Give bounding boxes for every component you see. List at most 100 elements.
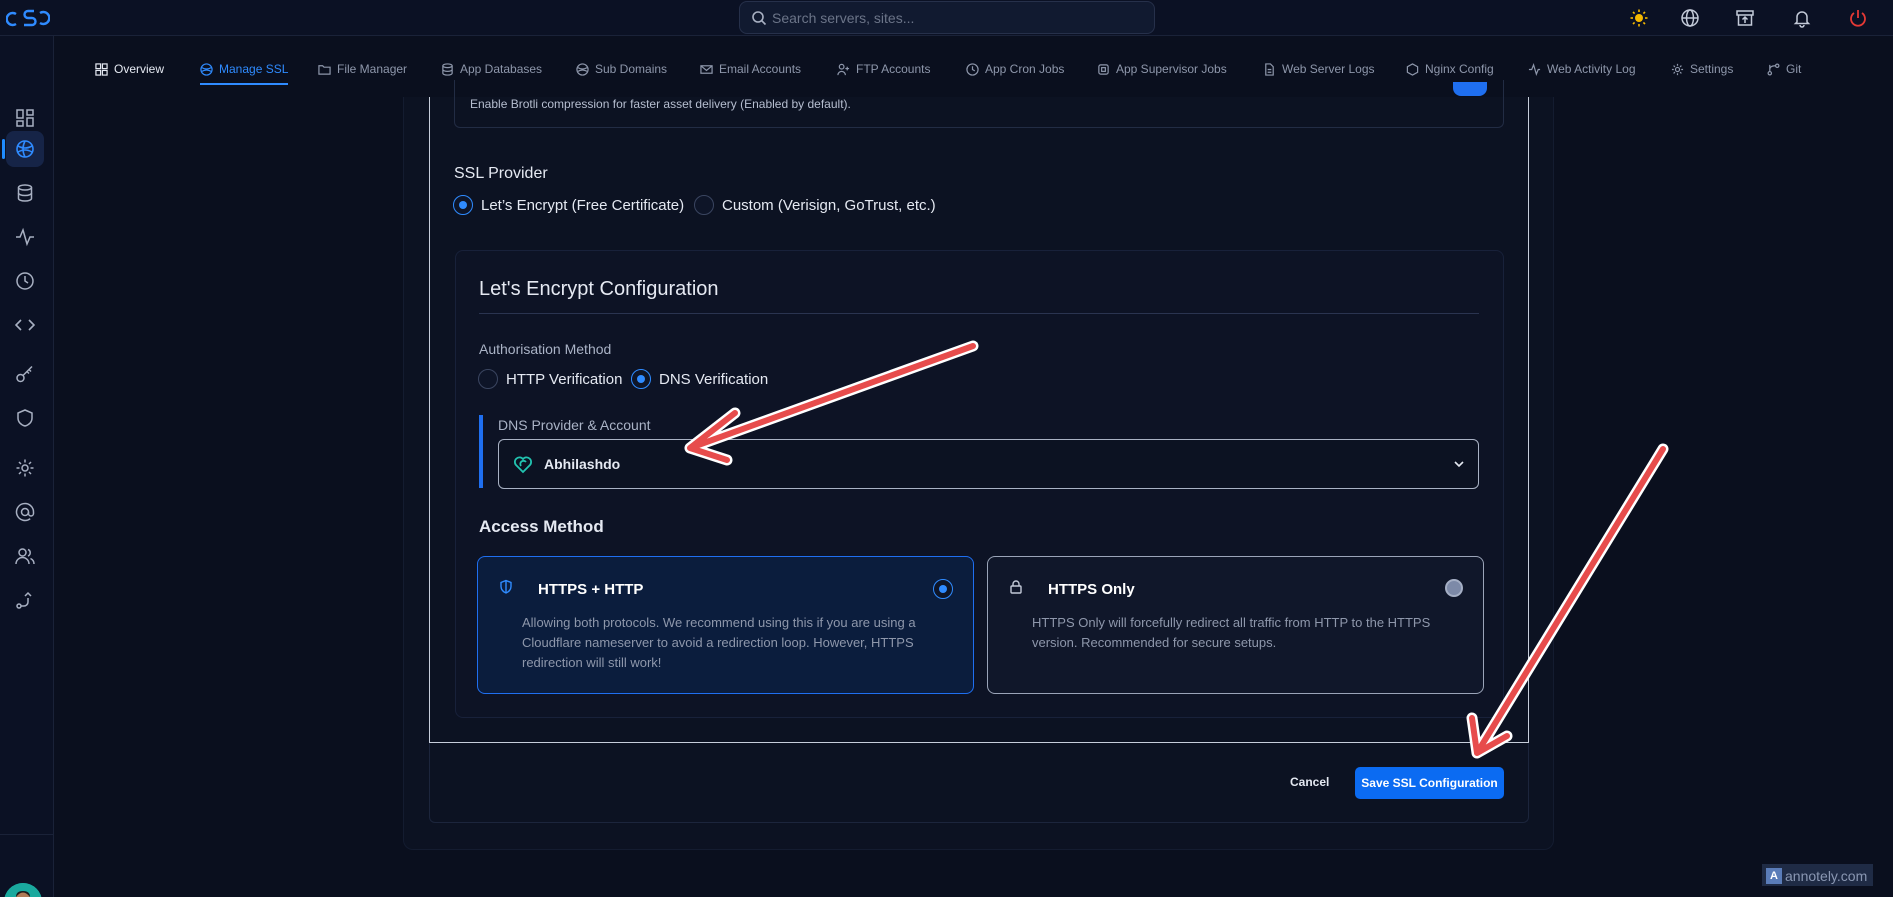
access-option-description: HTTPS Only will forcefully redirect all …	[1032, 615, 1431, 650]
tab-label: Nginx Config	[1425, 62, 1494, 76]
mail-icon	[700, 64, 713, 74]
dns-provider-value: Abhilashdo	[544, 456, 621, 472]
grid-icon	[16, 109, 34, 127]
access-method-title: Access Method	[479, 517, 604, 536]
rail-security[interactable]	[6, 400, 44, 436]
tab-label: App Databases	[460, 62, 543, 76]
radio-button[interactable]	[1445, 579, 1463, 597]
tab-sub-domains[interactable]: Sub Domains	[576, 56, 667, 82]
access-option-https-only[interactable]: HTTPS Only HTTPS Only will forcefully re…	[987, 556, 1484, 694]
activity-icon	[1528, 62, 1541, 76]
radio-button[interactable]	[631, 369, 651, 389]
tab-label: Email Accounts	[719, 62, 802, 76]
ssl-provider-custom[interactable]: Custom (Verisign, GoTrust, etc.)	[694, 195, 936, 215]
rail-keys[interactable]	[6, 356, 44, 392]
tab-settings[interactable]: Settings	[1671, 56, 1733, 82]
radio-label: Let’s Encrypt (Free Certificate)	[481, 196, 685, 214]
dns-provider-select[interactable]: Abhilashdo	[498, 439, 1479, 489]
tab-manage-ssl[interactable]: Manage SSL	[200, 56, 289, 85]
auth-dns-verification[interactable]: DNS Verification	[631, 369, 768, 389]
grid-icon	[95, 62, 108, 76]
rail-divider	[0, 834, 54, 835]
globe-icon	[200, 62, 213, 76]
ssl-provider-letsencrypt[interactable]: Let’s Encrypt (Free Certificate)	[453, 195, 684, 215]
clock-icon	[16, 272, 34, 290]
globe-icon	[16, 140, 34, 158]
cpu-icon	[1098, 63, 1109, 75]
globe-icon[interactable]	[1678, 6, 1702, 30]
tab-label: Overview	[114, 62, 165, 76]
power-icon[interactable]	[1846, 6, 1870, 30]
rail-sites[interactable]	[6, 131, 44, 167]
tab-label: File Manager	[337, 62, 408, 76]
tab-label: App Supervisor Jobs	[1116, 62, 1227, 76]
shield-icon	[500, 579, 512, 594]
key-icon	[16, 365, 33, 383]
access-option-https-http[interactable]: HTTPS + HTTP Allowing both protocols. We…	[477, 556, 974, 694]
tab-file-manager[interactable]: File Manager	[318, 56, 407, 82]
tab-label: Settings	[1690, 62, 1734, 76]
left-sidebar	[0, 36, 54, 897]
rail-settings[interactable]	[6, 450, 44, 486]
tab-ftp-accounts[interactable]: FTP Accounts	[837, 56, 930, 82]
letsencrypt-config-title: Let's Encrypt Configuration	[479, 278, 719, 300]
tab-overview[interactable]: Overview	[95, 56, 164, 82]
cancel-button[interactable]: Cancel	[1290, 775, 1329, 789]
lock-icon	[1010, 580, 1022, 594]
rail-integrations[interactable]	[6, 582, 44, 618]
clock-icon	[966, 62, 979, 76]
folder-icon	[318, 64, 331, 75]
radio-label: Custom (Verisign, GoTrust, etc.)	[722, 196, 936, 214]
dns-provider-label: DNS Provider & Account	[498, 417, 651, 433]
ssl-provider-label: SSL Provider	[454, 165, 548, 182]
search-input[interactable]	[772, 2, 1142, 33]
at-sign-icon	[15, 502, 35, 522]
rail-cron[interactable]	[6, 263, 44, 299]
tab-web-server-logs[interactable]: Web Server Logs	[1263, 56, 1375, 82]
tab-git[interactable]: Git	[1767, 56, 1801, 82]
database-icon	[17, 184, 33, 202]
auth-http-verification[interactable]: HTTP Verification	[478, 369, 622, 389]
tab-web-activity-log[interactable]: Web Activity Log	[1528, 56, 1636, 82]
tab-label: Git	[1786, 62, 1802, 76]
top-bar	[0, 0, 1893, 36]
dns-provider-logo-icon	[514, 456, 532, 474]
archive-icon[interactable]	[1733, 6, 1757, 30]
watermark-logo-icon: A	[1766, 868, 1782, 884]
access-option-description: Allowing both protocols. We recommend us…	[522, 615, 916, 670]
rail-monitoring[interactable]	[6, 219, 44, 255]
user-plus-icon	[837, 63, 850, 75]
route-icon	[16, 591, 32, 609]
tab-label: Web Server Logs	[1282, 62, 1375, 76]
theme-toggle-sun-icon[interactable]	[1627, 6, 1651, 30]
tab-email-accounts[interactable]: Email Accounts	[700, 56, 801, 82]
rail-team[interactable]	[6, 538, 44, 574]
tab-label: App Cron Jobs	[985, 62, 1065, 76]
rail-code[interactable]	[6, 307, 44, 343]
radio-button[interactable]	[478, 369, 498, 389]
tab-app-supervisor-jobs[interactable]: App Supervisor Jobs	[1097, 56, 1227, 82]
radio-button[interactable]	[933, 579, 953, 599]
rail-email[interactable]	[6, 494, 44, 530]
gear-icon	[1671, 63, 1684, 75]
radio-button[interactable]	[453, 195, 473, 215]
bell-icon[interactable]	[1790, 6, 1814, 30]
rail-databases[interactable]	[6, 175, 44, 211]
tab-nginx-config[interactable]: Nginx Config	[1406, 56, 1494, 82]
code-icon	[15, 319, 35, 331]
save-ssl-configuration-button[interactable]: Save SSL Configuration	[1355, 767, 1504, 799]
brotli-toggle[interactable]	[1453, 82, 1487, 96]
access-option-title: HTTPS + HTTP	[538, 581, 644, 598]
globe-icon	[576, 62, 589, 76]
app-logo-icon[interactable]	[6, 5, 50, 31]
watermark: A annotely.com	[1762, 864, 1874, 886]
global-search[interactable]	[739, 1, 1155, 34]
chevron-down-icon	[1454, 461, 1464, 468]
radio-button[interactable]	[694, 195, 714, 215]
tab-app-cron-jobs[interactable]: App Cron Jobs	[966, 56, 1064, 82]
tab-app-databases[interactable]: App Databases	[441, 56, 542, 82]
user-avatar[interactable]	[4, 883, 42, 897]
tab-label: Manage SSL	[219, 62, 289, 76]
search-icon	[752, 11, 767, 26]
radio-label: HTTP Verification	[506, 370, 623, 388]
